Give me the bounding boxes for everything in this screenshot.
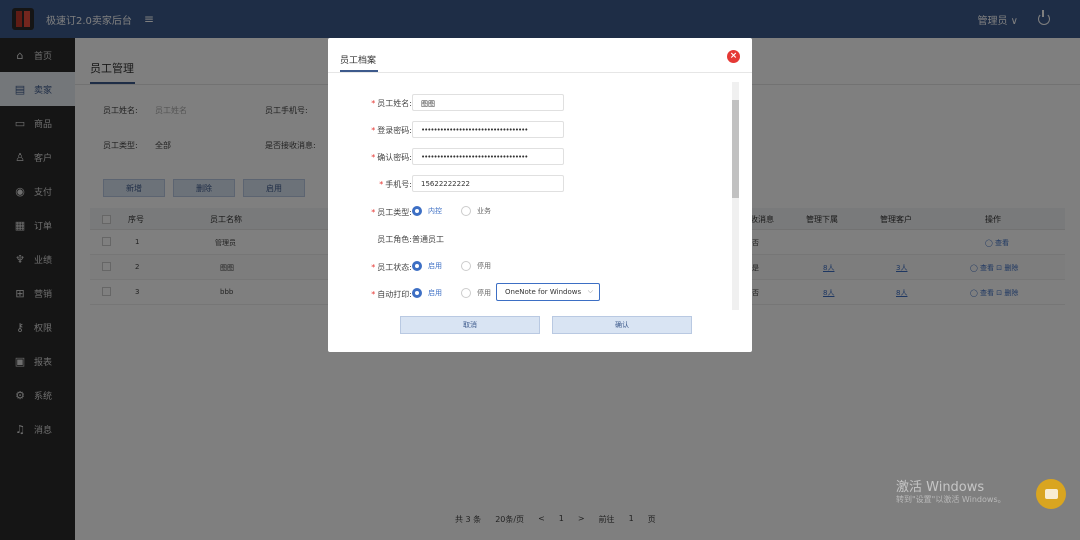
status-radio-disabled[interactable]: 停用 bbox=[461, 261, 491, 271]
password-input[interactable]: •••••••••••••••••••••••••••••••••• bbox=[412, 121, 564, 138]
phone-input[interactable]: 15622222222 bbox=[412, 175, 564, 192]
field-label: * 员工姓名: bbox=[371, 99, 412, 108]
form-row-type: * 员工类型: 内控 业务 bbox=[328, 203, 728, 221]
form-row-status: * 员工状态: 启用 停用 bbox=[328, 258, 728, 276]
radio-checked-icon bbox=[412, 261, 422, 271]
radio-unchecked-icon bbox=[461, 288, 471, 298]
form-row-auto-print: * 自动打印: 启用 停用 OneNote for Windows ⌵ bbox=[328, 283, 728, 303]
close-icon[interactable]: × bbox=[727, 50, 740, 63]
type-radio-sales[interactable]: 业务 bbox=[461, 206, 491, 216]
role-value: 普通员工 bbox=[412, 235, 444, 244]
form-row-confirm-password: * 确认密码: •••••••••••••••••••••••••••••••••… bbox=[328, 148, 728, 166]
field-label: * 员工类型: bbox=[371, 208, 412, 217]
divider bbox=[328, 72, 752, 73]
employee-name-input[interactable]: 图图 bbox=[412, 94, 564, 111]
dialog-title: 员工档案 bbox=[340, 56, 377, 66]
radio-checked-icon bbox=[412, 288, 422, 298]
radio-checked-icon bbox=[412, 206, 422, 216]
employee-profile-dialog: 员工档案 × * 员工姓名: 图图 * 登录密码: ••••••••••••••••… bbox=[328, 38, 752, 352]
field-label: * 登录密码: bbox=[371, 126, 412, 135]
form-row-password: * 登录密码: •••••••••••••••••••••••••••••••••… bbox=[328, 121, 728, 139]
windows-activation-hint: 转到"设置"以激活 Windows。 bbox=[896, 495, 1006, 504]
form-row-name: * 员工姓名: 图图 bbox=[328, 94, 728, 112]
cancel-button[interactable]: 取消 bbox=[400, 316, 540, 334]
dialog-scrollbar[interactable] bbox=[732, 82, 739, 310]
print-radio-enabled[interactable]: 启用 bbox=[412, 288, 442, 298]
printer-select[interactable]: OneNote for Windows ⌵ bbox=[496, 283, 600, 301]
scrollbar-thumb[interactable] bbox=[732, 100, 739, 198]
field-label: 员工角色: bbox=[377, 235, 412, 244]
windows-activation-watermark: 激活 Windows bbox=[896, 480, 985, 495]
chat-bubble-icon[interactable] bbox=[1036, 479, 1066, 509]
field-label: * 员工状态: bbox=[371, 263, 412, 272]
radio-unchecked-icon bbox=[461, 206, 471, 216]
field-label: * 手机号: bbox=[379, 180, 412, 189]
field-label: * 确认密码: bbox=[371, 153, 412, 162]
form-row-role: 员工角色: 普通员工 bbox=[328, 230, 728, 248]
field-label: * 自动打印: bbox=[371, 290, 412, 299]
print-radio-disabled[interactable]: 停用 bbox=[461, 288, 491, 298]
confirm-button[interactable]: 确认 bbox=[552, 316, 692, 334]
radio-unchecked-icon bbox=[461, 261, 471, 271]
type-radio-internal[interactable]: 内控 bbox=[412, 206, 442, 216]
form-row-phone: * 手机号: 15622222222 bbox=[328, 175, 728, 193]
status-radio-enabled[interactable]: 启用 bbox=[412, 261, 442, 271]
confirm-password-input[interactable]: •••••••••••••••••••••••••••••••••• bbox=[412, 148, 564, 165]
chevron-down-icon: ⌵ bbox=[587, 287, 593, 295]
